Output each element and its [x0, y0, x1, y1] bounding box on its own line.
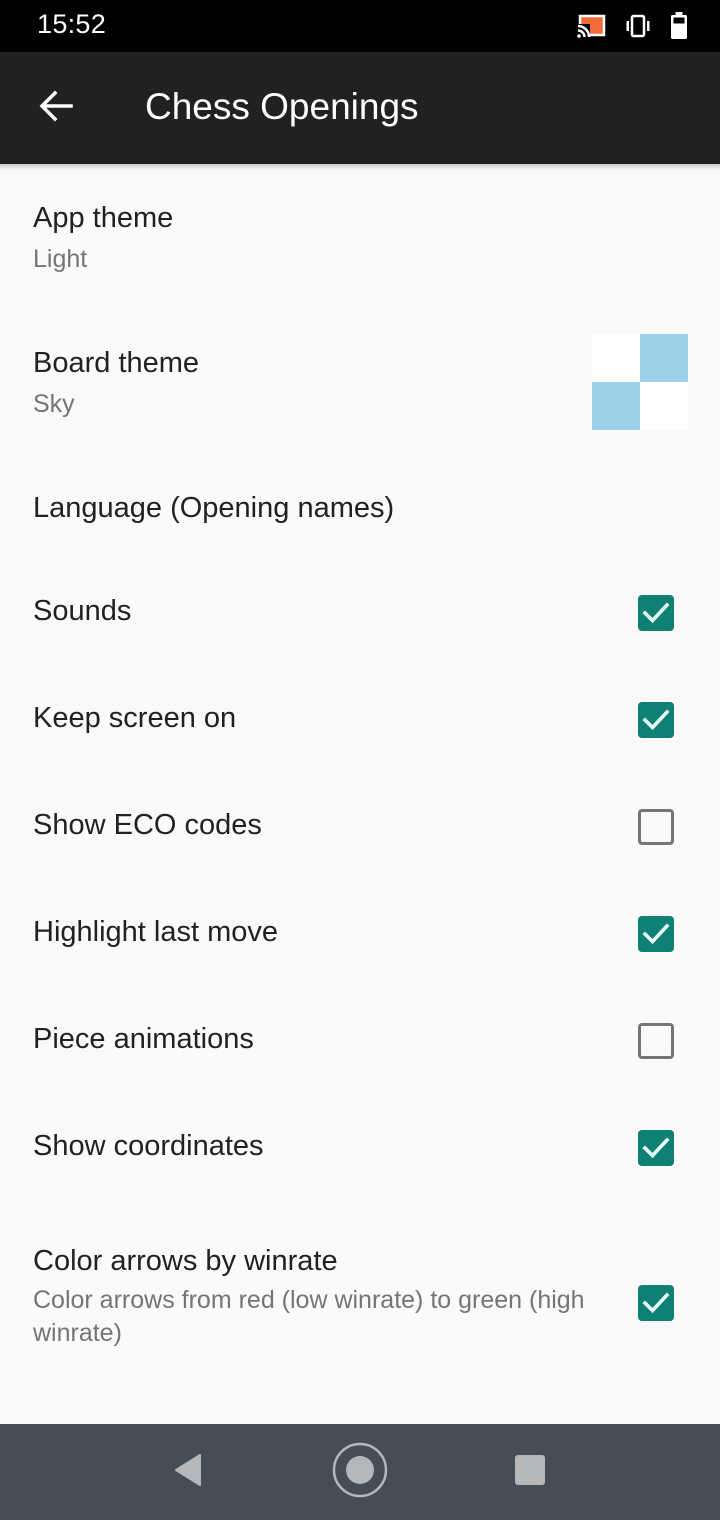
pref-title: Board theme: [33, 347, 200, 379]
pref-board-theme[interactable]: Board theme Sky: [0, 315, 720, 460]
back-triangle-icon: [172, 1453, 204, 1492]
pref-title: Sounds: [33, 595, 132, 627]
page-title: Chess Openings: [145, 86, 419, 127]
keep-screen-on-checkbox[interactable]: [638, 702, 674, 738]
pref-title: Keep screen on: [33, 702, 237, 734]
board-square-light: [640, 382, 688, 430]
board-square-dark: [592, 382, 640, 430]
settings-list: App theme Light Board theme Sky Language…: [0, 170, 720, 1380]
app-bar: Chess Openings: [0, 52, 720, 164]
pref-summary: Light: [33, 245, 88, 273]
pref-color-arrows[interactable]: Color arrows by winrate Color arrows fro…: [0, 1210, 720, 1380]
board-square-dark: [640, 334, 688, 382]
battery-icon: [670, 12, 688, 40]
back-button[interactable]: [24, 80, 88, 136]
nav-home-button[interactable]: [330, 1442, 390, 1497]
pref-summary: Color arrows from red (low winrate) to g…: [33, 1286, 585, 1347]
system-nav-bar: [0, 1424, 720, 1520]
pref-title: Highlight last move: [33, 916, 278, 948]
highlight-last-move-checkbox[interactable]: [638, 916, 674, 952]
pref-piece-animations[interactable]: Piece animations: [0, 996, 720, 1103]
nav-back-button[interactable]: [158, 1448, 218, 1496]
show-coordinates-checkbox[interactable]: [638, 1130, 674, 1166]
checkmark-icon: [642, 1137, 670, 1159]
board-square-light: [592, 334, 640, 382]
pref-keep-screen-on[interactable]: Keep screen on: [0, 675, 720, 782]
pref-show-eco-codes[interactable]: Show ECO codes: [0, 782, 720, 889]
pref-title: Show coordinates: [33, 1130, 264, 1162]
cast-icon: [576, 14, 606, 38]
pref-title: Color arrows by winrate: [33, 1245, 338, 1277]
pref-title: Show ECO codes: [33, 809, 262, 841]
arrow-left-icon: [38, 90, 74, 127]
piece-animations-checkbox[interactable]: [638, 1023, 674, 1059]
status-bar: 15:52: [0, 0, 720, 52]
nav-recents-button[interactable]: [500, 1448, 560, 1496]
status-time: 15:52: [37, 9, 107, 39]
toggle-list: Sounds Keep screen on Show ECO codes Highli…: [0, 568, 720, 1210]
home-circle-icon: [331, 1441, 389, 1504]
checkmark-icon: [642, 923, 670, 945]
checkmark-icon: [642, 602, 670, 624]
color-arrows-checkbox[interactable]: [638, 1285, 674, 1321]
pref-sounds[interactable]: Sounds: [0, 568, 720, 675]
pref-highlight-last-move[interactable]: Highlight last move: [0, 889, 720, 996]
pref-show-coordinates[interactable]: Show coordinates: [0, 1103, 720, 1210]
board-theme-preview: [592, 334, 688, 430]
checkmark-icon: [642, 709, 670, 731]
pref-summary: Sky: [33, 390, 75, 418]
pref-title: Piece animations: [33, 1023, 254, 1055]
vibrate-icon: [624, 14, 652, 38]
recents-square-icon: [514, 1454, 546, 1491]
checkmark-icon: [642, 1292, 670, 1314]
pref-title: Language (Opening names): [33, 492, 395, 524]
status-icons: [576, 12, 688, 40]
sounds-checkbox[interactable]: [638, 595, 674, 631]
pref-language[interactable]: Language (Opening names): [0, 460, 720, 568]
pref-app-theme[interactable]: App theme Light: [0, 170, 720, 315]
show-eco-codes-checkbox[interactable]: [638, 809, 674, 845]
pref-title: App theme: [33, 202, 174, 234]
